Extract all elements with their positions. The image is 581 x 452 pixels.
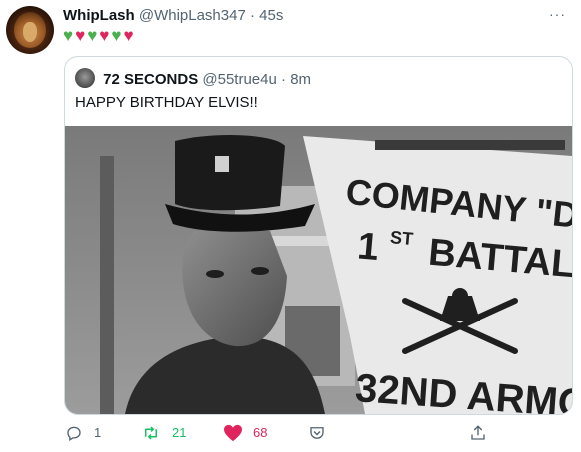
quoted-timestamp: 8m [290,71,312,88]
quoted-tweet-text: HAPPY BIRTHDAY ELVIS!! [75,94,258,111]
quoted-tweet-header: 72 SECONDS @55true4u · 8m [75,68,311,89]
quoted-author-handle: @55true4u [202,71,277,88]
bookmark-icon [310,427,324,439]
like-button[interactable]: 68 [223,424,267,442]
more-options-icon[interactable]: ··· [549,6,566,22]
reply-icon [67,426,81,441]
red-heart-icon: ♥ [99,26,112,45]
tweet-timestamp[interactable]: 45s [259,7,283,24]
share-icon [471,425,485,440]
green-heart-icon: ♥ [63,26,76,45]
author-handle[interactable]: @WhipLash347 [139,7,246,24]
green-heart-icon: ♥ [111,26,124,45]
green-heart-icon: ♥ [87,26,100,45]
tweet-text: ♥♥♥♥♥♥ [63,26,136,46]
quoted-author-name: 72 SECONDS [103,71,199,88]
share-button[interactable] [468,424,488,442]
red-heart-icon: ♥ [75,26,88,45]
tweet-header: WhipLash @WhipLash347 · 45s [63,7,283,25]
quoted-photo[interactable]: COMPANY "D" 1 ST BATTALION 32ND ARMOR [65,126,572,414]
author-name[interactable]: WhipLash [63,7,135,24]
quoted-author-avatar [75,68,95,88]
retweet-count: 21 [172,425,187,440]
lion-face [23,22,37,42]
red-heart-icon: ♥ [123,26,136,45]
tweet-actions: 1 21 68 [0,424,581,448]
save-button[interactable] [307,424,327,442]
quoted-tweet[interactable]: 72 SECONDS @55true4u · 8m HAPPY BIRTHDAY… [64,56,573,415]
separator-dot: · [249,7,255,24]
retweet-button[interactable]: 21 [140,424,186,442]
separator-dot: · [281,71,287,88]
heart-icon [224,424,242,442]
retweet-icon [145,426,157,440]
author-avatar[interactable] [6,6,54,54]
reply-button[interactable]: 1 [64,424,101,442]
reply-count: 1 [94,425,102,440]
like-count: 68 [253,425,268,440]
sign-line-2-superscript: ST [389,227,414,249]
sign-line-2-number: 1 [356,225,381,269]
